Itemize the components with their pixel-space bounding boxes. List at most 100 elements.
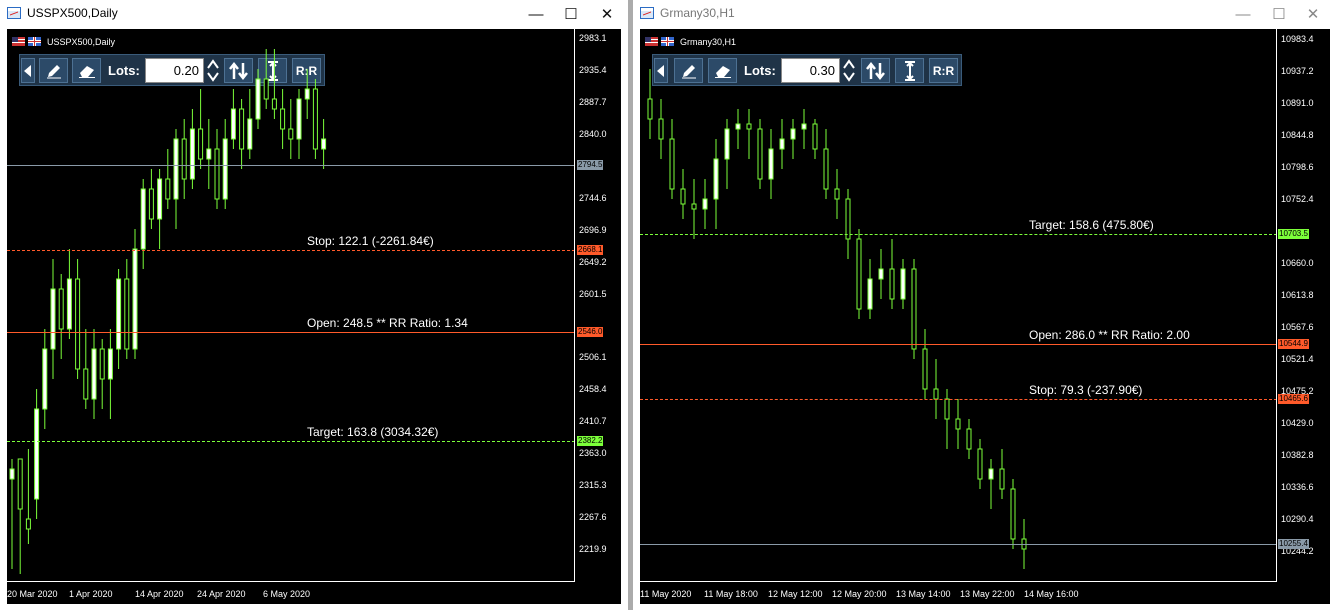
trade-level-label: Target: 158.6 (475.80€) bbox=[1029, 217, 1154, 232]
current-price-tag: 10255.4 bbox=[1278, 539, 1309, 550]
candle-body bbox=[812, 123, 818, 150]
candle-body bbox=[198, 128, 204, 160]
price-axis-label: 10521.4 bbox=[1281, 354, 1314, 364]
time-axis-label: 11 May 18:00 bbox=[704, 589, 758, 599]
price-axis-label: 2935.4 bbox=[579, 64, 607, 75]
candle-body bbox=[148, 188, 154, 220]
price-axis-label: 10429.0 bbox=[1281, 418, 1314, 428]
candle-body bbox=[834, 188, 840, 200]
candle-body bbox=[189, 128, 195, 180]
price-axis-label: 2601.5 bbox=[579, 288, 607, 299]
candle-body bbox=[691, 203, 697, 210]
candle-body bbox=[856, 238, 862, 310]
candle-body bbox=[779, 138, 785, 150]
candle-body bbox=[271, 98, 277, 110]
trade-level-line[interactable] bbox=[7, 331, 575, 333]
window-titlebar[interactable]: USSPX500,Daily — ☐ ✕ bbox=[0, 0, 628, 28]
candle-body bbox=[911, 268, 917, 350]
candle-body bbox=[124, 278, 130, 350]
candle-body bbox=[263, 78, 269, 100]
candle-body bbox=[75, 278, 81, 370]
trade-level-label: Open: 286.0 ** RR Ratio: 2.00 bbox=[1029, 327, 1190, 342]
price-axis: 10983.4 10937.2 10891.0 10844.8 10798.6 10752… bbox=[1276, 29, 1330, 582]
candle-body bbox=[680, 188, 686, 205]
candle-body bbox=[889, 268, 895, 300]
price-axis-label: 2649.2 bbox=[579, 256, 607, 267]
candlestick-series bbox=[647, 69, 1027, 569]
time-axis bbox=[7, 581, 575, 582]
candle-body bbox=[944, 398, 950, 420]
candle-body bbox=[312, 88, 318, 150]
candle-body bbox=[713, 158, 719, 200]
trade-level-label: Stop: 122.1 (-2261.84€) bbox=[307, 233, 434, 248]
candle-body bbox=[157, 178, 163, 220]
candle-body bbox=[288, 128, 294, 140]
candle-body bbox=[768, 148, 774, 180]
maximize-button[interactable]: ☐ bbox=[1265, 3, 1293, 25]
price-axis-label: 2315.3 bbox=[579, 480, 607, 491]
current-price-line bbox=[640, 544, 1277, 546]
price-axis-label: 10983.4 bbox=[1281, 34, 1314, 44]
candle-body bbox=[922, 348, 928, 390]
minimize-button[interactable]: — bbox=[1229, 3, 1257, 25]
time-axis-label: 12 May 12:00 bbox=[768, 589, 823, 599]
price-axis-label: 2410.7 bbox=[579, 416, 607, 427]
chart-window-grmany30[interactable]: Grmany30,H1 — ☐ ✕ Grmany30,H1 Lots: 0.30… bbox=[633, 0, 1337, 610]
price-axis-label: 2887.7 bbox=[579, 96, 607, 107]
price-chart[interactable]: Grmany30,H1 Lots: 0.30 R:R Risk: 2.38% T… bbox=[640, 29, 1330, 604]
close-button[interactable]: ✕ bbox=[593, 3, 621, 25]
candle-body bbox=[99, 348, 105, 380]
price-axis-label: 10798.6 bbox=[1281, 162, 1314, 172]
candle-body bbox=[42, 348, 48, 410]
candle-body bbox=[321, 138, 327, 150]
candle-body bbox=[116, 278, 122, 350]
candle-body bbox=[50, 288, 56, 350]
minimize-button[interactable]: — bbox=[522, 3, 550, 25]
price-axis-label: 10752.4 bbox=[1281, 194, 1314, 204]
maximize-button[interactable]: ☐ bbox=[557, 3, 585, 25]
price-axis-label: 2840.0 bbox=[579, 128, 607, 139]
time-axis-label: 1 Apr 2020 bbox=[69, 589, 113, 599]
time-axis-label: 13 May 14:00 bbox=[896, 589, 951, 599]
close-button[interactable]: ✕ bbox=[1299, 3, 1327, 25]
price-axis-label: 10475.2 bbox=[1281, 386, 1314, 396]
candle-body bbox=[255, 78, 261, 120]
price-axis-label: 10660.0 bbox=[1281, 258, 1314, 268]
current-price-line bbox=[7, 165, 575, 167]
price-axis-label: 10290.4 bbox=[1281, 514, 1314, 524]
time-axis-label: 11 May 2020 bbox=[640, 589, 692, 599]
trade-level-line[interactable] bbox=[640, 343, 1277, 345]
candle-body bbox=[66, 278, 72, 330]
price-axis-label: 2219.9 bbox=[579, 544, 607, 554]
candle-body bbox=[222, 138, 228, 200]
candle-body bbox=[280, 108, 286, 130]
trade-level-line[interactable] bbox=[640, 398, 1277, 400]
candle-body bbox=[247, 118, 253, 150]
candle-body bbox=[34, 408, 40, 500]
trade-level-label: Target: 163.8 (3034.32€) bbox=[307, 425, 439, 440]
candle-body bbox=[17, 458, 23, 510]
price-axis-label: 10567.6 bbox=[1281, 322, 1314, 332]
candle-body bbox=[91, 348, 97, 400]
candle-body bbox=[790, 128, 796, 140]
candle-body bbox=[801, 123, 807, 130]
trade-level-line[interactable] bbox=[640, 233, 1277, 235]
trade-level-line[interactable] bbox=[7, 441, 575, 443]
candle-body bbox=[239, 108, 245, 150]
trade-level-label: Stop: 79.3 (-237.90€) bbox=[1029, 382, 1143, 397]
window-titlebar[interactable]: Grmany30,H1 — ☐ ✕ bbox=[633, 0, 1337, 28]
trade-level-line[interactable] bbox=[7, 249, 575, 251]
candle-body bbox=[173, 138, 179, 200]
window-title: USSPX500,Daily bbox=[27, 6, 118, 20]
chart-window-usspx500[interactable]: USSPX500,Daily — ☐ ✕ USSPX500,Daily Lots… bbox=[0, 0, 628, 610]
candle-body bbox=[9, 468, 15, 480]
time-axis bbox=[640, 581, 1277, 582]
price-axis-label: 2458.4 bbox=[579, 384, 607, 395]
candle-body bbox=[1010, 488, 1016, 540]
time-axis-label: 14 May 16:00 bbox=[1024, 589, 1079, 599]
candlestick-series bbox=[9, 49, 327, 574]
time-axis-label: 20 Mar 2020 bbox=[7, 589, 58, 599]
price-chart[interactable]: USSPX500,Daily Lots: 0.20 R:R Risk: 22.6… bbox=[7, 29, 621, 604]
price-axis-label: 10937.2 bbox=[1281, 66, 1314, 76]
window-title: Grmany30,H1 bbox=[660, 6, 735, 20]
